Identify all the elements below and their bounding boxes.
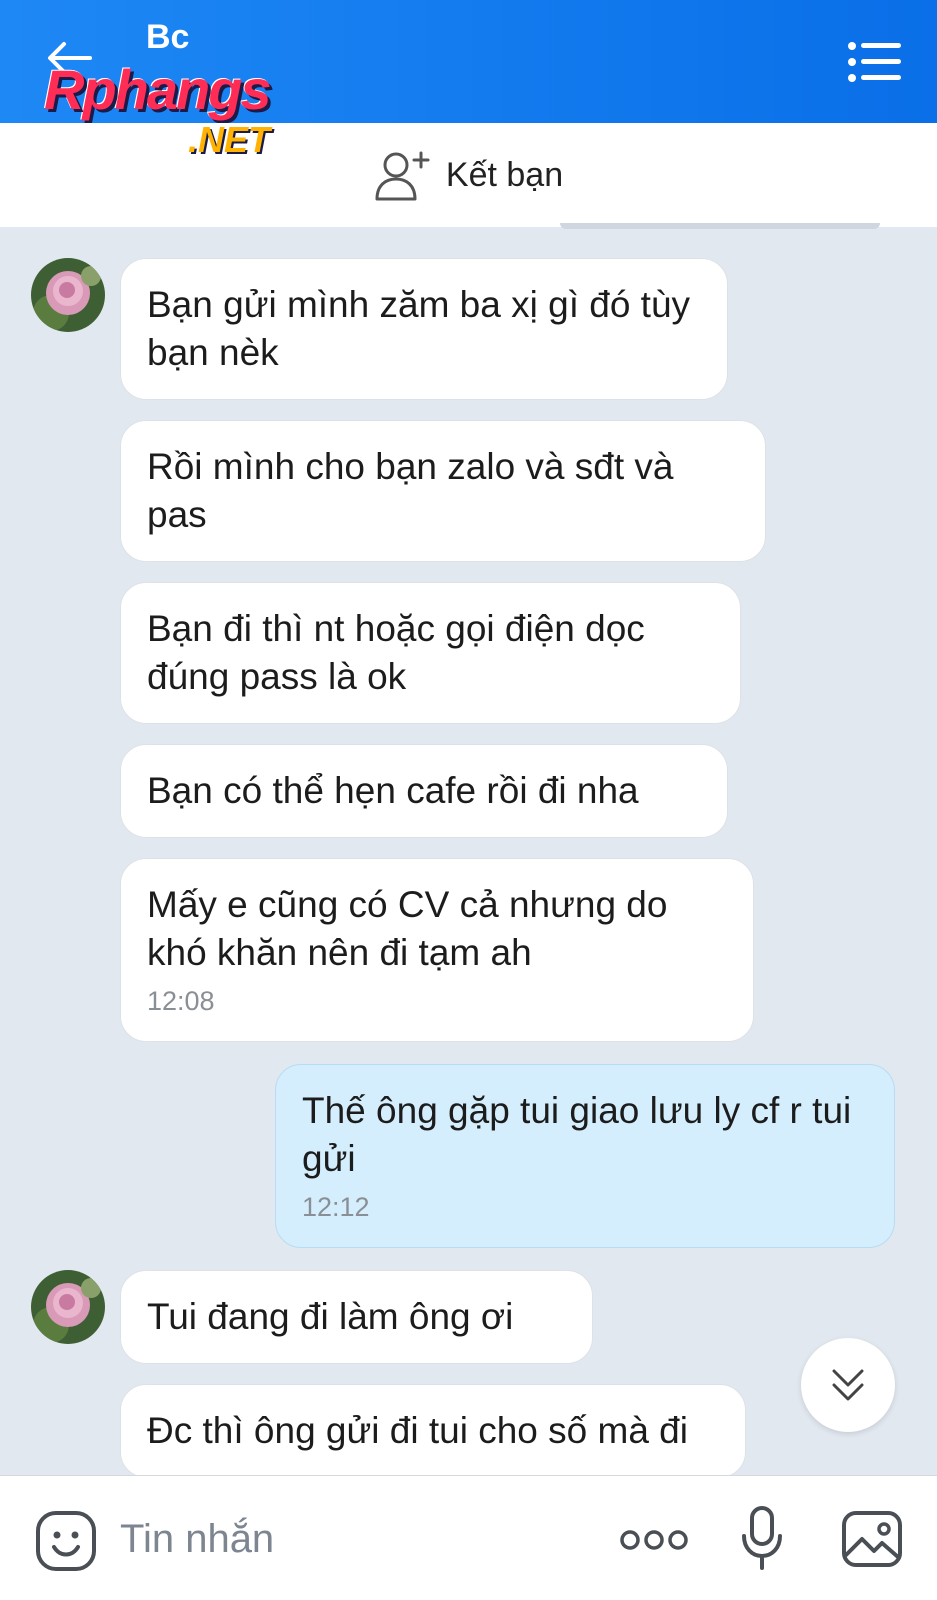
message-text: Rồi mình cho bạn zalo và sđt và pas [147, 446, 674, 535]
divider [560, 223, 880, 229]
message-bubble[interactable]: Tui đang đi làm ông ơi [120, 1270, 593, 1364]
message-bubble[interactable]: Bạn gửi mình zăm ba xị gì đó tùy bạn nèk [120, 258, 728, 400]
emoji-icon [36, 1511, 96, 1571]
menu-list-icon [848, 42, 901, 82]
more-dots-icon [620, 1530, 688, 1550]
message-bubble[interactable]: Bạn đi thì nt hoặc gọi điện dọc đúng pas… [120, 582, 741, 724]
message-bubble[interactable]: Rồi mình cho bạn zalo và sđt và pas [120, 420, 766, 562]
contact-name[interactable]: Bc [146, 18, 189, 57]
message-text: Bạn gửi mình zăm ba xị gì đó tùy bạn nèk [147, 284, 691, 373]
message-text: Bạn có thể hẹn cafe rồi đi nha [147, 770, 639, 811]
chat-header: Bc Rphangs [0, 0, 937, 123]
message-text: Thế ông gặp tui giao lưu ly cf r tui gửi [302, 1090, 852, 1179]
add-user-icon [375, 151, 430, 201]
send-image-button[interactable] [840, 1509, 904, 1569]
image-icon [842, 1511, 902, 1567]
avatar[interactable] [31, 258, 105, 332]
message-bubble[interactable]: Bạn có thể hẹn cafe rồi đi nha [120, 744, 728, 838]
rose-avatar-icon [31, 258, 105, 332]
scroll-to-bottom-button[interactable] [801, 1338, 895, 1432]
message-input[interactable] [120, 1506, 590, 1572]
my-message-bubble[interactable]: Thế ông gặp tui giao lưu ly cf r tui gửi… [275, 1064, 895, 1248]
voice-message-button[interactable] [740, 1504, 784, 1572]
watermark-logo: Rphangs [44, 58, 272, 121]
message-timestamp: 12:08 [147, 986, 215, 1016]
more-button[interactable] [618, 1526, 690, 1554]
add-friend-bar: Kết bạn [0, 123, 937, 227]
microphone-icon [742, 1506, 782, 1570]
composer-bar [0, 1475, 937, 1600]
message-text: Đc thì ông gửi đi tui cho số mà đi [147, 1410, 688, 1451]
rose-avatar-icon [31, 1270, 105, 1344]
message-bubble[interactable]: Mấy e cũng có CV cả nhưng do khó khăn nê… [120, 858, 754, 1042]
add-friend-button[interactable]: Kết bạn [374, 149, 563, 201]
message-bubble[interactable]: Đc thì ông gửi đi tui cho số mà đi [120, 1384, 746, 1478]
message-text: Bạn đi thì nt hoặc gọi điện dọc đúng pas… [147, 608, 645, 697]
message-text: Tui đang đi làm ông ơi [147, 1296, 514, 1337]
message-timestamp: 12:12 [302, 1192, 370, 1222]
double-chevron-down-icon [832, 1369, 864, 1401]
menu-button[interactable] [847, 40, 903, 84]
add-friend-label: Kết bạn [445, 155, 564, 194]
emoji-button[interactable] [34, 1509, 98, 1573]
watermark-suffix: .NET [188, 119, 271, 160]
message-text: Mấy e cũng có CV cả nhưng do khó khăn nê… [147, 884, 668, 973]
avatar[interactable] [31, 1270, 105, 1344]
